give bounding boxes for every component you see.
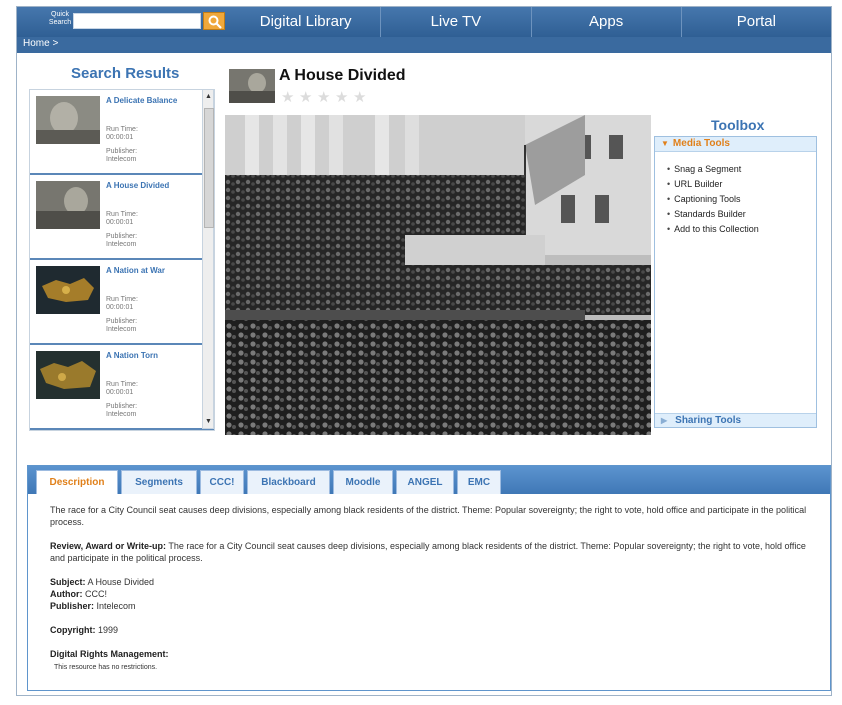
publisher: Intelecom [106, 411, 137, 418]
run-time-label: Run Time: [106, 381, 138, 388]
toolbox-panel: ▼Media Tools Snag a Segment URL Builder … [654, 136, 817, 428]
drm-note: This resource has no restrictions. [54, 664, 158, 671]
scroll-up-icon[interactable]: ▲ [205, 93, 212, 100]
tab-bar: Description Segments CCC! Blackboard Moo… [28, 466, 830, 494]
video-player[interactable] [225, 115, 651, 435]
review-block: Review, Award or Write-up: The race for … [50, 540, 820, 564]
sharing-tools-header[interactable]: ▶ Sharing Tools [655, 413, 816, 427]
breadcrumb[interactable]: Home > [23, 38, 58, 49]
run-time: 00:00:01 [106, 389, 134, 396]
main-nav: Digital Library Live TV Apps Portal [231, 7, 831, 37]
result-title[interactable]: A Nation at War [106, 266, 165, 275]
drm-block: Digital Rights Management: This resource … [50, 648, 820, 674]
tab-ccc[interactable]: CCC! [200, 470, 244, 494]
nav-apps[interactable]: Apps [530, 7, 681, 37]
publisher: Intelecom [106, 326, 137, 333]
top-nav: Quick Search Digital Library Live TV App… [17, 7, 831, 37]
details-panel: Description Segments CCC! Blackboard Moo… [27, 465, 831, 691]
copyright-value: 1999 [95, 625, 119, 635]
run-time-label: Run Time: [106, 296, 138, 303]
tool-captioning[interactable]: Captioning Tools [667, 192, 816, 207]
metadata-block: Subject: A House Divided Author: CCC! Pu… [50, 576, 820, 612]
run-time: 00:00:01 [106, 219, 134, 226]
result-title[interactable]: A Nation Torn [106, 351, 158, 360]
quick-search-button[interactable] [203, 12, 225, 30]
author-value: CCC! [82, 589, 107, 599]
star-icon[interactable]: ★ [281, 90, 295, 105]
copyright-block: Copyright: 1999 [50, 624, 820, 636]
publisher-value: Intelecom [94, 601, 136, 611]
star-icon[interactable]: ★ [353, 90, 367, 105]
toolbox-title: Toolbox [711, 117, 765, 133]
thumbnail[interactable] [36, 266, 100, 314]
thumbnail[interactable] [36, 351, 100, 399]
publisher: Intelecom [106, 156, 137, 163]
collapse-icon: ▼ [661, 139, 669, 148]
scrollbar-thumb[interactable] [204, 108, 214, 228]
video-frame-image [225, 115, 651, 435]
author-label: Author: [50, 589, 83, 599]
tab-angel[interactable]: ANGEL [396, 470, 454, 494]
review-label: Review, Award or Write-up: [50, 541, 167, 551]
tab-segments[interactable]: Segments [121, 470, 197, 494]
tab-description[interactable]: Description [36, 470, 118, 494]
subject-label: Subject: [50, 577, 86, 587]
star-icon[interactable]: ★ [317, 90, 331, 105]
copyright-label: Copyright: [50, 625, 96, 635]
tool-url-builder[interactable]: URL Builder [667, 177, 816, 192]
title-thumbnail [229, 69, 275, 103]
breadcrumb-bar: Home > [17, 37, 831, 53]
publisher-label: Publisher: [106, 318, 138, 325]
thumbnail[interactable] [36, 181, 100, 229]
nav-portal[interactable]: Portal [680, 7, 831, 37]
tab-moodle[interactable]: Moodle [333, 470, 393, 494]
expand-icon: ▶ [661, 416, 668, 425]
quick-search-input[interactable] [73, 13, 201, 29]
run-time: 00:00:01 [106, 304, 134, 311]
run-time: 00:00:01 [106, 134, 134, 141]
run-time-label: Run Time: [106, 211, 138, 218]
description-content: The race for a City Council seat causes … [50, 504, 820, 686]
scroll-down-icon[interactable]: ▼ [205, 418, 212, 425]
tool-standards-builder[interactable]: Standards Builder [667, 207, 816, 222]
run-time-label: Run Time: [106, 126, 138, 133]
nav-live-tv[interactable]: Live TV [380, 7, 530, 37]
result-title[interactable]: A House Divided [106, 181, 169, 190]
publisher-label: Publisher: [106, 233, 138, 240]
app-frame: Quick Search Digital Library Live TV App… [16, 6, 832, 696]
result-title[interactable]: A Delicate Balance [106, 96, 177, 105]
publisher: Intelecom [106, 241, 137, 248]
search-icon [208, 15, 222, 29]
page-title: A House Divided [279, 67, 406, 84]
list-item[interactable]: A Nation Torn Run Time: 00:00:01 Publish… [30, 345, 214, 430]
search-results-list: A Delicate Balance Run Time: 00:00:01 Pu… [29, 89, 215, 431]
results-scrollbar[interactable]: ▲ ▼ [202, 89, 214, 429]
drm-label: Digital Rights Management: [50, 649, 169, 659]
star-icon[interactable]: ★ [335, 90, 349, 105]
publisher-label: Publisher: [50, 601, 95, 611]
media-tools-label: Media Tools [672, 138, 730, 149]
list-item[interactable]: A House Divided Run Time: 00:00:01 Publi… [30, 175, 214, 260]
media-tools-header[interactable]: ▼ Media Tools [655, 137, 816, 152]
tool-add-to-collection[interactable]: Add to this Collection [667, 222, 816, 237]
subject-value: A House Divided [85, 577, 155, 587]
description-summary: The race for a City Council seat causes … [50, 505, 807, 527]
nav-digital-library[interactable]: Digital Library [231, 7, 380, 37]
quick-search-label: Quick Search [48, 11, 72, 26]
publisher-label: Publisher: [106, 403, 138, 410]
tool-snag-segment[interactable]: Snag a Segment [667, 162, 816, 177]
tab-blackboard[interactable]: Blackboard [247, 470, 330, 494]
sharing-tools-label: Sharing Tools [675, 415, 742, 426]
tab-emc[interactable]: EMC [457, 470, 501, 494]
media-tools-list: Snag a Segment URL Builder Captioning To… [667, 162, 816, 237]
list-item[interactable]: A Nation at War Run Time: 00:00:01 Publi… [30, 260, 214, 345]
thumbnail[interactable] [36, 96, 100, 144]
rating-stars[interactable]: ★ ★ ★ ★ ★ [281, 90, 367, 105]
star-icon[interactable]: ★ [299, 90, 313, 105]
publisher-label: Publisher: [106, 148, 138, 155]
search-results-title: Search Results [71, 65, 180, 82]
list-item[interactable]: A Delicate Balance Run Time: 00:00:01 Pu… [30, 90, 214, 175]
